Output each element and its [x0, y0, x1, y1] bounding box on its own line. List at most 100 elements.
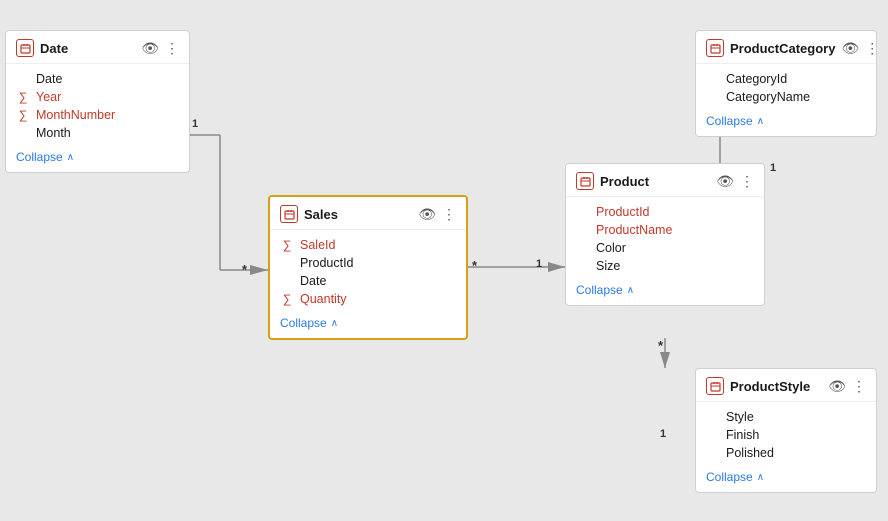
product-eye-icon[interactable]: 👁 [716, 173, 734, 190]
date-table-icon [16, 39, 34, 57]
product-category-collapse-chevron: ∧ [757, 116, 764, 127]
sales-sigma-productid-placeholder [280, 256, 294, 270]
sales-table-icon [280, 205, 298, 223]
connector-label-sales-p-star: * [472, 258, 477, 273]
date-sigma-placeholder [16, 72, 30, 86]
date-eye-icon[interactable]: 👁 [141, 40, 159, 57]
sales-table-title: Sales [304, 207, 412, 222]
connector-label-style-1: 1 [660, 428, 666, 440]
product-category-sigma-categoryname [706, 90, 720, 104]
sales-table-header: Sales 👁 ⋮ [270, 197, 466, 230]
date-collapse-link[interactable]: Collapse ∧ [6, 146, 189, 172]
sales-field-saleid: ∑ SaleId [270, 236, 466, 254]
product-style-field-polished-name: Polished [726, 446, 866, 460]
product-sigma-color-placeholder [576, 241, 590, 255]
date-field-month-name: Month [36, 126, 179, 140]
sales-field-quantity: ∑ Quantity [270, 290, 466, 308]
date-field-year: ∑ Year [6, 88, 189, 106]
date-field-date: Date [6, 70, 189, 88]
product-style-field-list: Style Finish Polished [696, 402, 876, 466]
product-style-table-header: ProductStyle 👁 ⋮ [696, 369, 876, 402]
connector-label-cat-1: 1 [770, 162, 776, 174]
sales-eye-icon[interactable]: 👁 [418, 206, 436, 223]
product-field-productid: ProductId [566, 203, 764, 221]
date-sigma-monthnumber: ∑ [16, 108, 30, 122]
date-field-month: Month [6, 124, 189, 142]
product-category-more-icon[interactable]: ⋮ [865, 40, 879, 57]
date-header-actions: 👁 ⋮ [141, 40, 179, 57]
product-table-header: Product 👁 ⋮ [566, 164, 764, 197]
product-style-eye-icon[interactable]: 👁 [828, 378, 846, 395]
sales-field-saleid-name: SaleId [300, 238, 456, 252]
product-category-collapse-label: Collapse [706, 114, 753, 128]
date-sigma-year: ∑ [16, 90, 30, 104]
product-category-sigma-categoryid [706, 72, 720, 86]
product-collapse-label: Collapse [576, 283, 623, 297]
sales-more-icon[interactable]: ⋮ [442, 206, 456, 223]
sales-collapse-label: Collapse [280, 316, 327, 330]
date-collapse-chevron: ∧ [67, 152, 74, 163]
product-category-collapse-link[interactable]: Collapse ∧ [696, 110, 876, 136]
product-style-collapse-link[interactable]: Collapse ∧ [696, 466, 876, 492]
product-field-list: ProductId ProductName Color Size [566, 197, 764, 279]
product-category-table: ProductCategory 👁 ⋮ CategoryId CategoryN… [695, 30, 877, 137]
connector-label-sales-star: * [242, 262, 247, 277]
product-field-size-name: Size [596, 259, 754, 273]
product-more-icon[interactable]: ⋮ [740, 173, 754, 190]
sales-field-date: Date [270, 272, 466, 290]
date-field-monthnumber-name: MonthNumber [36, 108, 179, 122]
product-sigma-productid-placeholder [576, 205, 590, 219]
product-style-collapse-label: Collapse [706, 470, 753, 484]
date-field-year-name: Year [36, 90, 179, 104]
product-field-productname: ProductName [566, 221, 764, 239]
product-style-table-title: ProductStyle [730, 379, 822, 394]
product-style-field-style: Style [696, 408, 876, 426]
connector-label-product-1: 1 [536, 258, 542, 270]
product-category-field-categoryid: CategoryId [696, 70, 876, 88]
date-collapse-label: Collapse [16, 150, 63, 164]
product-category-field-list: CategoryId CategoryName [696, 64, 876, 110]
product-header-actions: 👁 ⋮ [716, 173, 754, 190]
product-style-field-finish: Finish [696, 426, 876, 444]
product-style-header-actions: 👁 ⋮ [828, 378, 866, 395]
product-table-icon [576, 172, 594, 190]
sales-field-list: ∑ SaleId ProductId Date ∑ Quantity [270, 230, 466, 312]
date-more-icon[interactable]: ⋮ [165, 40, 179, 57]
product-field-color: Color [566, 239, 764, 257]
product-collapse-chevron: ∧ [627, 285, 634, 296]
sales-field-quantity-name: Quantity [300, 292, 456, 306]
sales-collapse-link[interactable]: Collapse ∧ [270, 312, 466, 338]
product-category-field-categoryid-name: CategoryId [726, 72, 866, 86]
connector-label-style-star: * [658, 338, 663, 353]
date-table-header: Date 👁 ⋮ [6, 31, 189, 64]
date-table-title: Date [40, 41, 135, 56]
product-table-title: Product [600, 174, 710, 189]
product-style-more-icon[interactable]: ⋮ [852, 378, 866, 395]
sales-sigma-quantity: ∑ [280, 292, 294, 306]
product-style-field-finish-name: Finish [726, 428, 866, 442]
product-table: Product 👁 ⋮ ProductId ProductName Color [565, 163, 765, 306]
sales-sigma-saleid: ∑ [280, 238, 294, 252]
sales-table: Sales 👁 ⋮ ∑ SaleId ProductId Date ∑ Quan… [268, 195, 468, 340]
diagram-canvas: 1 * * 1 1 * * 1 Date 👁 ⋮ [0, 0, 888, 521]
sales-header-actions: 👁 ⋮ [418, 206, 456, 223]
product-collapse-link[interactable]: Collapse ∧ [566, 279, 764, 305]
product-style-table: ProductStyle 👁 ⋮ Style Finish Polished C… [695, 368, 877, 493]
product-category-table-icon [706, 39, 724, 57]
sales-field-productid: ProductId [270, 254, 466, 272]
product-field-productid-name: ProductId [596, 205, 754, 219]
date-table: Date 👁 ⋮ Date ∑ Year ∑ MonthNumber Month [5, 30, 190, 173]
product-field-color-name: Color [596, 241, 754, 255]
date-field-date-name: Date [36, 72, 179, 86]
product-style-field-style-name: Style [726, 410, 866, 424]
product-category-eye-icon[interactable]: 👁 [841, 40, 859, 57]
date-sigma-month-placeholder [16, 126, 30, 140]
product-field-productname-name: ProductName [596, 223, 754, 237]
product-category-header-actions: 👁 ⋮ [841, 40, 879, 57]
product-style-field-polished: Polished [696, 444, 876, 462]
product-style-table-icon [706, 377, 724, 395]
product-sigma-size-placeholder [576, 259, 590, 273]
date-field-list: Date ∑ Year ∑ MonthNumber Month [6, 64, 189, 146]
date-field-monthnumber: ∑ MonthNumber [6, 106, 189, 124]
sales-sigma-date-placeholder [280, 274, 294, 288]
